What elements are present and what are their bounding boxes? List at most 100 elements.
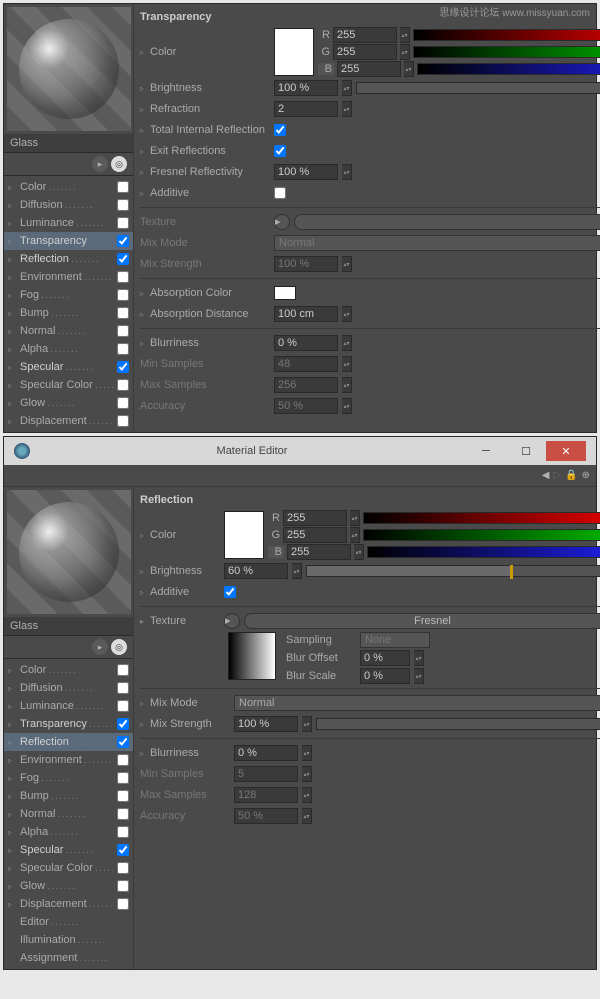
material-name[interactable]: Glass <box>4 617 133 636</box>
channel-checkbox[interactable] <box>117 343 129 355</box>
g-slider[interactable] <box>413 46 600 58</box>
channel-fog[interactable]: ▹Fog <box>4 286 133 304</box>
arrow-icon[interactable]: ▸ <box>92 639 108 655</box>
channel-environment[interactable]: ▹Environment <box>4 268 133 286</box>
channel-checkbox[interactable] <box>117 700 129 712</box>
channel-illumination[interactable]: Illumination <box>4 931 133 949</box>
additive-checkbox[interactable] <box>274 187 286 199</box>
brightness-field[interactable]: 60 % <box>224 563 288 579</box>
r-spinner[interactable]: ▴▾ <box>350 510 360 526</box>
channel-checkbox[interactable] <box>117 181 129 193</box>
channel-checkbox[interactable] <box>117 235 129 247</box>
channel-checkbox[interactable] <box>117 415 129 427</box>
channel-checkbox[interactable] <box>117 826 129 838</box>
fresnel-field[interactable]: 100 % <box>274 164 338 180</box>
channel-transparency[interactable]: ▹Transparency <box>4 715 133 733</box>
channel-specular[interactable]: ▹Specular <box>4 358 133 376</box>
channel-checkbox[interactable] <box>117 664 129 676</box>
b-slider[interactable] <box>367 546 600 558</box>
g-field[interactable]: 255 <box>333 44 397 60</box>
mixstrength-slider[interactable] <box>316 718 600 730</box>
channel-normal[interactable]: ▹Normal <box>4 805 133 823</box>
channel-checkbox[interactable] <box>117 880 129 892</box>
g-slider[interactable] <box>363 529 600 541</box>
channel-checkbox[interactable] <box>117 682 129 694</box>
channel-checkbox[interactable] <box>117 253 129 265</box>
channel-bump[interactable]: ▹Bump <box>4 787 133 805</box>
minimize-button[interactable]: ─ <box>466 441 506 461</box>
channel-checkbox[interactable] <box>117 808 129 820</box>
g-field[interactable]: 255 <box>283 527 347 543</box>
channel-editor[interactable]: Editor <box>4 913 133 931</box>
color-swatch[interactable] <box>274 28 314 76</box>
mixstrength-spinner[interactable]: ▴▾ <box>302 716 312 732</box>
channel-checkbox[interactable] <box>117 844 129 856</box>
blur-spinner[interactable]: ▴▾ <box>342 335 352 351</box>
channel-color[interactable]: ▹Color <box>4 178 133 196</box>
absorb-dist-spinner[interactable]: ▴▾ <box>342 306 352 322</box>
channel-checkbox[interactable] <box>117 307 129 319</box>
absorb-dist-field[interactable]: 100 cm <box>274 306 338 322</box>
refraction-spinner[interactable]: ▴▾ <box>342 101 352 117</box>
channel-specular-color[interactable]: ▹Specular Color <box>4 376 133 394</box>
channel-checkbox[interactable] <box>117 325 129 337</box>
nav-back-icon[interactable]: ◀ <box>542 470 550 481</box>
r-field[interactable]: 255 <box>333 27 397 43</box>
channel-fog[interactable]: ▹Fog <box>4 769 133 787</box>
channel-alpha[interactable]: ▹Alpha <box>4 823 133 841</box>
g-spinner[interactable]: ▴▾ <box>350 527 360 543</box>
texture-arrow-button[interactable]: ▸ <box>224 613 240 629</box>
texture-field[interactable] <box>294 214 600 230</box>
target-icon[interactable]: ◎ <box>111 156 127 172</box>
channel-specular[interactable]: ▹Specular <box>4 841 133 859</box>
absorb-color-swatch[interactable] <box>274 286 296 300</box>
channel-checkbox[interactable] <box>117 271 129 283</box>
channel-luminance[interactable]: ▹Luminance <box>4 214 133 232</box>
blurscale-spinner[interactable]: ▴▾ <box>414 668 424 684</box>
channel-checkbox[interactable] <box>117 898 129 910</box>
mixstrength-field[interactable]: 100 % <box>234 716 298 732</box>
bluroff-field[interactable]: 0 % <box>360 650 410 666</box>
channel-assignment[interactable]: Assignment <box>4 949 133 967</box>
blur-field[interactable]: 0 % <box>234 745 298 761</box>
b-spinner[interactable]: ▴▾ <box>404 61 414 77</box>
channel-transparency[interactable]: ▹Transparency <box>4 232 133 250</box>
b-spinner[interactable]: ▴▾ <box>354 544 364 560</box>
channel-specular-color[interactable]: ▹Specular Color <box>4 859 133 877</box>
channel-color[interactable]: ▹Color <box>4 661 133 679</box>
brightness-slider[interactable] <box>306 565 600 577</box>
channel-luminance[interactable]: ▹Luminance <box>4 697 133 715</box>
channel-checkbox[interactable] <box>117 718 129 730</box>
channel-checkbox[interactable] <box>117 790 129 802</box>
target-icon[interactable]: ◎ <box>111 639 127 655</box>
b-field[interactable]: 255 <box>287 544 351 560</box>
g-spinner[interactable]: ▴▾ <box>400 44 410 60</box>
channel-checkbox[interactable] <box>117 736 129 748</box>
channel-glow[interactable]: ▹Glow <box>4 394 133 412</box>
channel-environment[interactable]: ▹Environment <box>4 751 133 769</box>
material-name[interactable]: Glass <box>4 134 133 153</box>
material-preview[interactable] <box>7 7 131 131</box>
channel-checkbox[interactable] <box>117 772 129 784</box>
color-swatch[interactable] <box>224 511 264 559</box>
channel-normal[interactable]: ▹Normal <box>4 322 133 340</box>
window-titlebar[interactable]: Material Editor ─ ☐ ✕ <box>4 437 596 465</box>
tir-checkbox[interactable] <box>274 124 286 136</box>
arrow-icon[interactable]: ▸ <box>92 156 108 172</box>
refraction-field[interactable]: 2 <box>274 101 338 117</box>
channel-checkbox[interactable] <box>117 754 129 766</box>
channel-checkbox[interactable] <box>117 199 129 211</box>
r-slider[interactable] <box>413 29 600 41</box>
brightness-spinner[interactable]: ▴▾ <box>292 563 302 579</box>
brightness-slider[interactable] <box>356 82 600 94</box>
brightness-spinner[interactable]: ▴▾ <box>342 80 352 96</box>
material-preview[interactable] <box>7 490 131 614</box>
r-spinner[interactable]: ▴▾ <box>400 27 410 43</box>
channel-checkbox[interactable] <box>117 379 129 391</box>
channel-checkbox[interactable] <box>117 289 129 301</box>
b-field[interactable]: 255 <box>337 61 401 77</box>
r-slider[interactable] <box>363 512 600 524</box>
lock-icon[interactable]: 🔒 <box>565 470 577 481</box>
channel-checkbox[interactable] <box>117 397 129 409</box>
close-button[interactable]: ✕ <box>546 441 586 461</box>
